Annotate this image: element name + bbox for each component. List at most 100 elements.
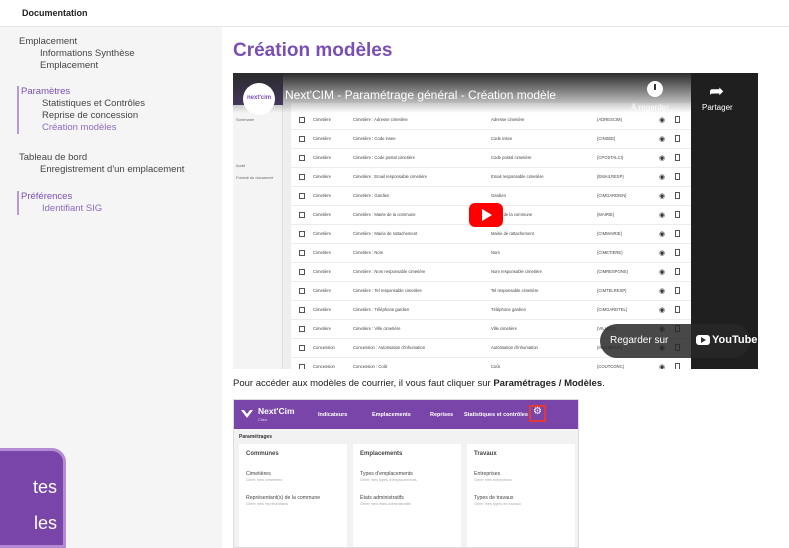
row-cell: Concession [313,364,335,369]
nav-item-identifiant-sig[interactable]: Identifiant SIG [19,203,217,215]
play-button[interactable] [469,203,503,227]
app-nav-reprises[interactable]: Reprises [430,412,453,418]
row-cell: {CINSEE} [597,136,616,141]
nav-head-emplacement[interactable]: Emplacement [19,36,219,48]
row-cell: Cimetière [313,231,331,236]
card-item[interactable]: États administratifs [360,495,404,501]
nav-group-preferences: Préférences Identifiant SIG [17,191,217,215]
row-cell: Cimetière [313,174,331,179]
copy-icon [675,116,680,123]
row-cell: Cimetière : Adresse cimetière [353,117,408,122]
nav-item-reprise[interactable]: Reprise de concession [19,110,217,122]
row-cell: Cimetière [313,307,331,312]
youtube-icon [696,335,710,345]
card-item[interactable]: Cimetières [246,471,271,477]
copy-icon [675,192,680,199]
card-item-desc: Gérer mes cimetières [246,478,283,482]
row-cell: Cimetière : Téléphone gardien [353,307,410,312]
nav-item-emplacement[interactable]: Emplacement [19,60,219,72]
nav-item-statistiques[interactable]: Statistiques et Contrôles [19,98,217,110]
row-cell: Nom [491,250,500,255]
row-cell: {CPOSTALCI} [597,155,624,160]
card-item-desc: Gérer mes types de travaux [474,502,521,506]
share-icon[interactable]: ➦ [709,81,724,102]
app-nav-indicateurs[interactable]: Indicateurs [318,412,347,418]
row-cell: Cimetière : Code insee [353,136,396,141]
row-cell: Cimetière [313,155,331,160]
row-checkbox [299,212,305,218]
row-checkbox [299,155,305,161]
row-cell: Concession [313,345,335,350]
fab-text-line-1: tes [32,477,57,497]
video-table-row: Cimetière Cimetière : Nom responsable cim… [291,263,691,282]
card-item[interactable]: Types de travaux [474,495,514,501]
eye-icon: ◉ [659,136,666,143]
card-item[interactable]: Entreprises [474,471,500,477]
row-cell: Cimetière : Nom [353,250,384,255]
page-title: Création modèles [233,40,393,61]
copy-icon [675,268,680,275]
row-cell: Cimetière [313,288,331,293]
video-title[interactable]: Next'CIM - Paramétrage général - Créatio… [285,88,556,102]
watch-later-label[interactable]: À regarder... [631,103,675,112]
row-cell: {CIMGARDTEL} [597,307,628,312]
nav-head-tableau-de-bord[interactable]: Tableau de bord [19,152,219,164]
card-title: Travaux [474,451,497,457]
copy-icon [675,173,680,180]
app-nav-statistiques[interactable]: Statistiques et contrôles [464,412,528,418]
card-item-desc: Gérer mes états administratifs [360,502,411,506]
row-checkbox [299,364,305,369]
settings-highlight[interactable]: ⚙ [529,405,546,422]
share-label[interactable]: Partager [702,103,733,112]
main-content: Création modèles Sommaire Audit Format d… [222,27,789,548]
video-table-row: Cimetière Cimetière : Email responsable c… [291,168,691,187]
nav-group-parametres: Paramètres Statistiques et Contrôles Rep… [17,86,217,134]
row-cell: Cimetière [313,117,331,122]
eye-icon: ◉ [659,269,666,276]
floating-panel-button[interactable]: tes les [0,448,66,548]
copy-icon [675,249,680,256]
watch-on-youtube-button[interactable]: Regarder sur YouTube [600,324,757,358]
row-cell: Autorisation d'inhumation [491,345,538,350]
row-cell: {CIMTELRESP} [597,288,627,293]
nav-item-enregistrement[interactable]: Enregistrement d'un emplacement [19,164,219,176]
card-title: Communes [246,451,279,457]
nav-head-parametres[interactable]: Paramètres [19,86,217,98]
nav-item-informations-synthese[interactable]: Informations Synthèse [19,48,219,60]
card-item[interactable]: Représentant(s) de la commune [246,495,320,501]
row-cell: Email responsable cimetière [491,174,544,179]
row-cell: {CIMRESPONS} [597,269,628,274]
video-player[interactable]: Sommaire Audit Format du document Cimeti… [233,73,758,369]
card-item-desc: Gérer mes entreprises [474,478,512,482]
card-item-desc: Gérer mes types d'emplacements [360,478,417,482]
row-cell: {COUTCONC} [597,364,624,369]
row-cell: Coût [491,364,500,369]
app-nav-emplacements[interactable]: Emplacements [372,412,411,418]
row-cell: Nom responsable cimetière [491,269,542,274]
gear-icon[interactable]: ⚙ [533,406,542,417]
row-cell: Cimetière [313,136,331,141]
watch-later-icon[interactable] [647,81,663,97]
row-cell: Adresse cimetière [491,117,525,122]
eye-icon: ◉ [659,288,666,295]
eye-icon: ◉ [659,174,666,181]
copy-icon [675,363,680,369]
row-checkbox [299,269,305,275]
row-cell: {ADRESCIM} [597,117,622,122]
fab-text-line-2: les [33,513,57,533]
row-cell: Code postal cimetière [491,155,532,160]
nav-head-preferences[interactable]: Préférences [19,191,217,203]
row-cell: Gardien [491,193,506,198]
app-screenshot: Next'Cim Citeo Indicateurs Emplacements … [233,399,579,548]
row-cell: Cimetière : Tel responsable cimetière [353,288,422,293]
row-cell: Ville cimetière [491,326,517,331]
card-item[interactable]: Types d'emplacements [360,471,413,477]
copy-icon [675,154,680,161]
instruction-bold: Paramétrages / Modèles [493,378,603,389]
video-table-row: Cimetière Cimetière : Code insee Code inse… [291,130,691,149]
nav-item-creation-modeles[interactable]: Création modèles [19,122,217,134]
row-cell: Code insee [491,136,513,141]
channel-logo[interactable]: next'cim [243,83,275,115]
row-cell: Téléphone gardien [491,307,526,312]
eye-icon: ◉ [659,117,666,124]
